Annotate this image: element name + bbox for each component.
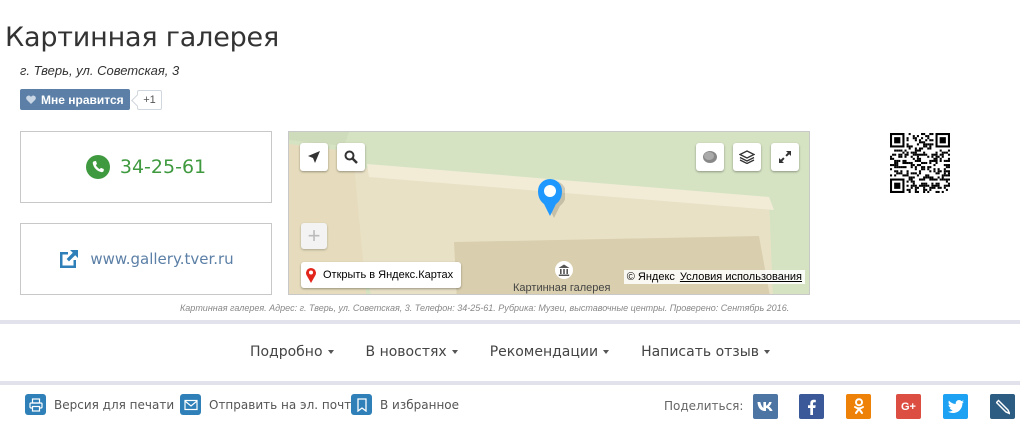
yandex-pin-icon bbox=[306, 268, 316, 283]
send-email-button[interactable]: Отправить на эл. почту bbox=[180, 394, 358, 415]
nav-write-review[interactable]: Написать отзыв bbox=[641, 344, 771, 360]
caret-down-icon bbox=[451, 350, 458, 354]
museum-icon bbox=[555, 261, 573, 279]
map-copyright: © Яндекс Условия использования bbox=[623, 270, 805, 284]
add-to-favorites-button[interactable]: В избранное bbox=[351, 394, 459, 415]
phone-card[interactable]: 34-25-61 bbox=[20, 131, 272, 203]
twitter-icon[interactable] bbox=[943, 394, 968, 419]
copyright-text: © Яндекс bbox=[626, 271, 675, 283]
printer-icon bbox=[25, 394, 46, 415]
geolocation-button[interactable] bbox=[300, 143, 328, 171]
open-in-yandex-label: Открыть в Яндекс.Картах bbox=[323, 269, 454, 281]
open-in-yandex-maps-button[interactable]: Открыть в Яндекс.Картах bbox=[301, 262, 462, 288]
favorites-label: В избранное bbox=[380, 397, 460, 412]
address-text: г. Тверь, ул. Советская, 3 bbox=[20, 63, 180, 78]
odnoklassniki-icon[interactable] bbox=[846, 394, 871, 419]
search-icon bbox=[344, 150, 358, 164]
website-link[interactable]: www.gallery.tver.ru bbox=[90, 250, 233, 268]
external-link-icon bbox=[60, 250, 79, 268]
map-search-button[interactable] bbox=[337, 143, 365, 171]
caret-down-icon bbox=[603, 350, 610, 354]
vk-icon[interactable] bbox=[753, 394, 778, 419]
facebook-icon[interactable] bbox=[799, 394, 824, 419]
section-nav: Подробно В новостях Рекомендации Написат… bbox=[0, 344, 1020, 360]
website-card[interactable]: www.gallery.tver.ru bbox=[20, 223, 272, 295]
google-plus-icon[interactable]: G+ bbox=[896, 394, 921, 419]
nav-details-label: Подробно bbox=[249, 344, 323, 360]
page-title: Картинная галерея bbox=[5, 22, 279, 53]
like-counter: +1 bbox=[137, 90, 162, 110]
nav-write-review-label: Написать отзыв bbox=[641, 344, 760, 360]
map-pin-icon bbox=[538, 179, 565, 218]
expand-icon bbox=[779, 151, 791, 163]
info-caption: Картинная галерея. Адрес: г. Тверь, ул. … bbox=[180, 303, 790, 313]
navigation-arrow-icon bbox=[308, 151, 320, 163]
terms-link[interactable]: Условия использования bbox=[680, 271, 802, 283]
share-label: Поделиться: bbox=[664, 399, 744, 413]
layers-button[interactable] bbox=[733, 143, 761, 171]
phone-number: 34-25-61 bbox=[119, 156, 207, 178]
qr-code bbox=[890, 133, 950, 193]
nav-news-label: В новостях bbox=[365, 344, 447, 360]
print-version-button[interactable]: Версия для печати bbox=[25, 394, 174, 415]
livejournal-icon[interactable] bbox=[990, 394, 1015, 419]
caret-down-icon bbox=[764, 350, 771, 354]
envelope-icon bbox=[180, 394, 201, 415]
caret-down-icon bbox=[327, 350, 334, 354]
traffic-icon bbox=[703, 151, 717, 163]
bookmark-icon bbox=[351, 394, 372, 415]
divider-bottom bbox=[0, 381, 1020, 385]
nav-recommendations-label: Рекомендации bbox=[489, 344, 599, 360]
traffic-button[interactable] bbox=[696, 143, 724, 171]
like-label: Мне нравится bbox=[41, 92, 124, 107]
phone-icon bbox=[85, 155, 110, 179]
layers-icon bbox=[739, 150, 755, 164]
nav-recommendations[interactable]: Рекомендации bbox=[489, 344, 610, 360]
map-widget[interactable]: + Картинная галерея Открыть в Яндекс.Кар… bbox=[288, 131, 810, 295]
zoom-in-button[interactable]: + bbox=[301, 223, 327, 249]
footer-toolbar: Версия для печати Отправить на эл. почту… bbox=[0, 394, 1020, 420]
nav-details[interactable]: Подробно bbox=[250, 344, 334, 360]
map-poi-label: Картинная галерея bbox=[513, 282, 611, 294]
like-button[interactable]: Мне нравится bbox=[20, 89, 130, 110]
print-version-label: Версия для печати bbox=[54, 397, 175, 412]
divider-top bbox=[0, 320, 1020, 324]
send-email-label: Отправить на эл. почту bbox=[209, 397, 359, 412]
fullscreen-button[interactable] bbox=[771, 143, 799, 171]
nav-news[interactable]: В новостях bbox=[366, 344, 458, 360]
heart-icon bbox=[26, 95, 36, 104]
